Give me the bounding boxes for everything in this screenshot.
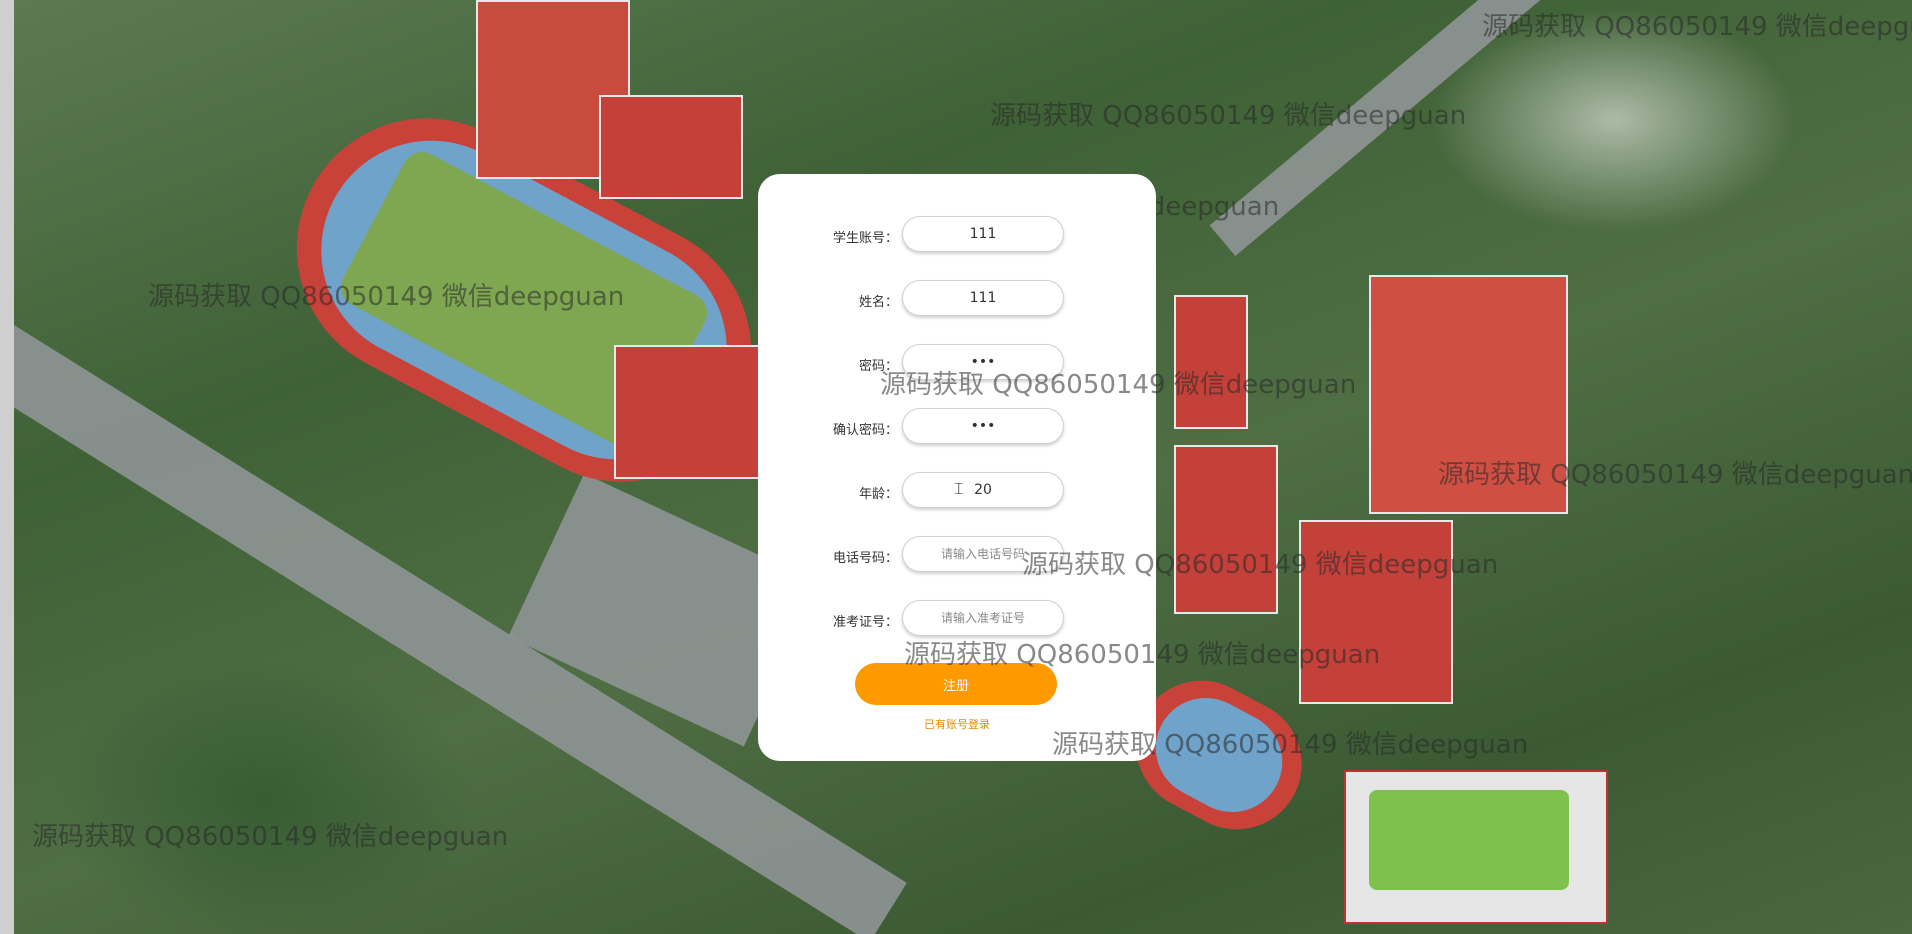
- password-label: 密码：: [858, 359, 898, 374]
- watermark-text: 源码获取 QQ86050149 微信deepguan: [1438, 460, 1912, 490]
- register-card: 学生账号： 姓名： 密码： 确认密码： 年龄： 电话号码： 准考证号： 注册 已…: [758, 174, 1156, 761]
- age-label: 年龄：: [858, 487, 898, 502]
- watermark-text: 源码获取 QQ86050149 微信deepguan: [880, 370, 1357, 400]
- watermark-text: 源码获取 QQ86050149 微信deepguan: [148, 282, 625, 312]
- school-building-right: [1174, 295, 1248, 429]
- gym-building: [614, 345, 768, 479]
- name-label: 姓名：: [858, 295, 898, 310]
- field-row-name: 姓名：: [758, 280, 1156, 320]
- exam-ticket-label: 准考证号：: [832, 615, 898, 630]
- green-roof: [1369, 790, 1569, 890]
- watermark-text: 源码获取 QQ86050149 微信deepguan: [1022, 550, 1499, 580]
- watermark-text: 源码获取 QQ86050149 微信deepguan: [990, 101, 1467, 131]
- classroom-building: [1174, 445, 1278, 614]
- field-row-student-account: 学生账号：: [758, 216, 1156, 256]
- age-input[interactable]: [902, 472, 1064, 508]
- student-account-input[interactable]: [902, 216, 1064, 252]
- student-account-label: 学生账号：: [832, 231, 898, 246]
- confirm-password-label: 确认密码：: [832, 423, 898, 438]
- watermark-text: 源码获取 QQ86050149 微信deepguan: [904, 640, 1381, 670]
- name-input[interactable]: [902, 280, 1064, 316]
- watermark-text: 源码获取 QQ86050149 微信deepguan: [32, 822, 509, 852]
- field-row-confirm-password: 确认密码：: [758, 408, 1156, 448]
- phone-label: 电话号码：: [832, 551, 898, 566]
- confirm-password-input[interactable]: [902, 408, 1064, 444]
- school-building: [599, 95, 743, 199]
- exam-ticket-input[interactable]: [902, 600, 1064, 636]
- text-cursor-icon: ⌶: [954, 479, 964, 498]
- watermark-text: 源码获取 QQ86050149 微信deepguan: [1052, 730, 1529, 760]
- watermark-text: 源码获取 QQ86050149 微信deepguan: [1482, 12, 1912, 42]
